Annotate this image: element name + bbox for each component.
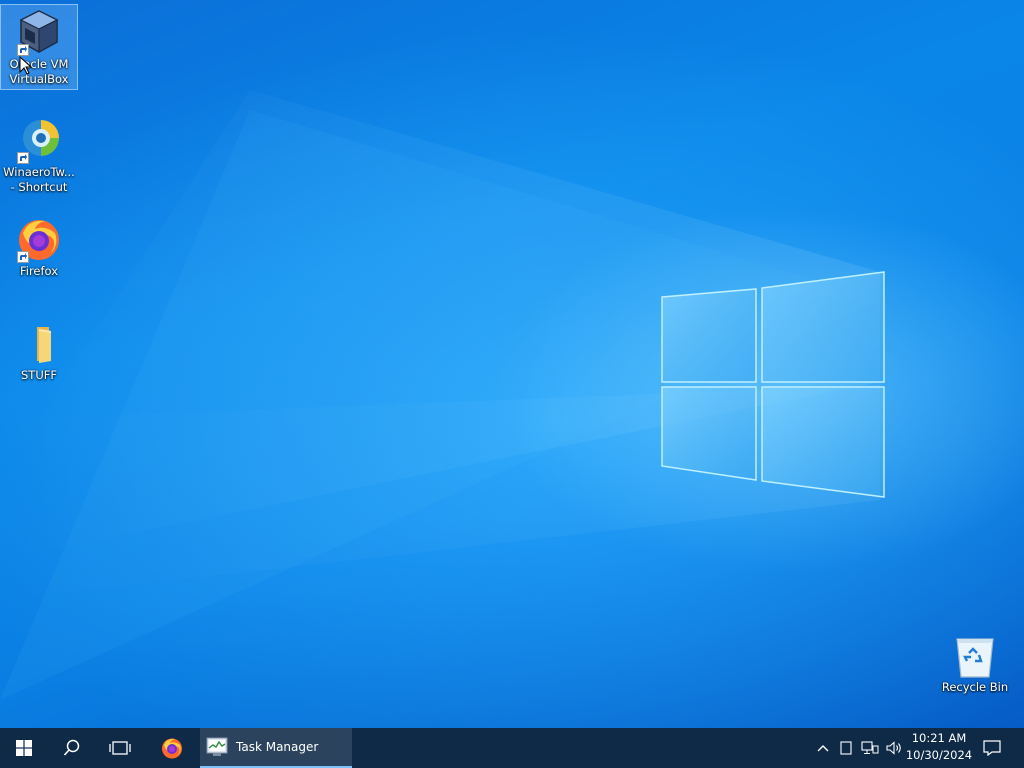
taskbar-app-title: Task Manager [236,740,319,754]
desktop-icon-label: Recycle Bin [941,680,1009,694]
notification-icon [983,740,1001,756]
search-icon [63,739,80,756]
tray-volume-button[interactable] [884,728,906,768]
firefox-icon [15,215,63,263]
windows-logo-icon [16,740,32,756]
volume-icon [886,741,901,755]
desktop-icon-recycle-bin[interactable]: Recycle Bin [937,628,1013,698]
desktop-icon-stuff-folder[interactable]: STUFF [1,316,77,386]
desktop-icon-winaero-tweaker[interactable]: WinaeroTw... - Shortcut [1,113,77,198]
shortcut-arrow-icon [17,44,29,56]
taskbar-clock[interactable]: 10:21 AM 10/30/2024 [904,730,974,766]
desktop-icon-firefox[interactable]: Firefox [1,212,77,282]
task-view-button[interactable] [96,728,144,768]
clock-time: 10:21 AM [911,731,967,745]
task-view-icon [109,741,131,755]
action-center-button[interactable] [978,728,1006,768]
firefox-icon [162,738,182,759]
mouse-cursor-icon [19,56,33,75]
show-hidden-icons-button[interactable] [812,728,834,768]
desktop-icon-label: Oracle VM VirtualBox [9,57,69,86]
chevron-up-icon [817,745,829,752]
shortcut-arrow-icon [17,251,29,263]
tablet-icon [840,741,852,755]
task-manager-icon [206,737,228,756]
recycle-bin-icon [951,631,999,679]
tray-network-button[interactable] [858,728,882,768]
desktop[interactable]: Oracle VM VirtualBox WinaeroTw... - Shor… [0,0,1024,728]
desktop-icon-label: Firefox [19,264,59,278]
desktop-icon-virtualbox[interactable]: Oracle VM VirtualBox [0,4,78,90]
winaero-tweaker-icon [15,116,63,164]
desktop-icon-label: WinaeroTw... - Shortcut [3,165,75,194]
search-button[interactable] [48,728,96,768]
taskbar-app-task-manager[interactable]: Task Manager [200,728,352,768]
taskbar-pinned-firefox[interactable] [148,728,196,768]
tray-tablet-button[interactable] [836,728,856,768]
shortcut-arrow-icon [17,152,29,164]
desktop-icon-label: STUFF [21,368,57,382]
folder-icon [15,319,63,367]
start-button[interactable] [0,728,48,768]
network-icon [861,741,879,754]
clock-date: 10/30/2024 [905,748,973,762]
taskbar: Task Manager 10:21 AM 10/30/2024 [0,728,1024,768]
virtualbox-icon [15,8,63,56]
